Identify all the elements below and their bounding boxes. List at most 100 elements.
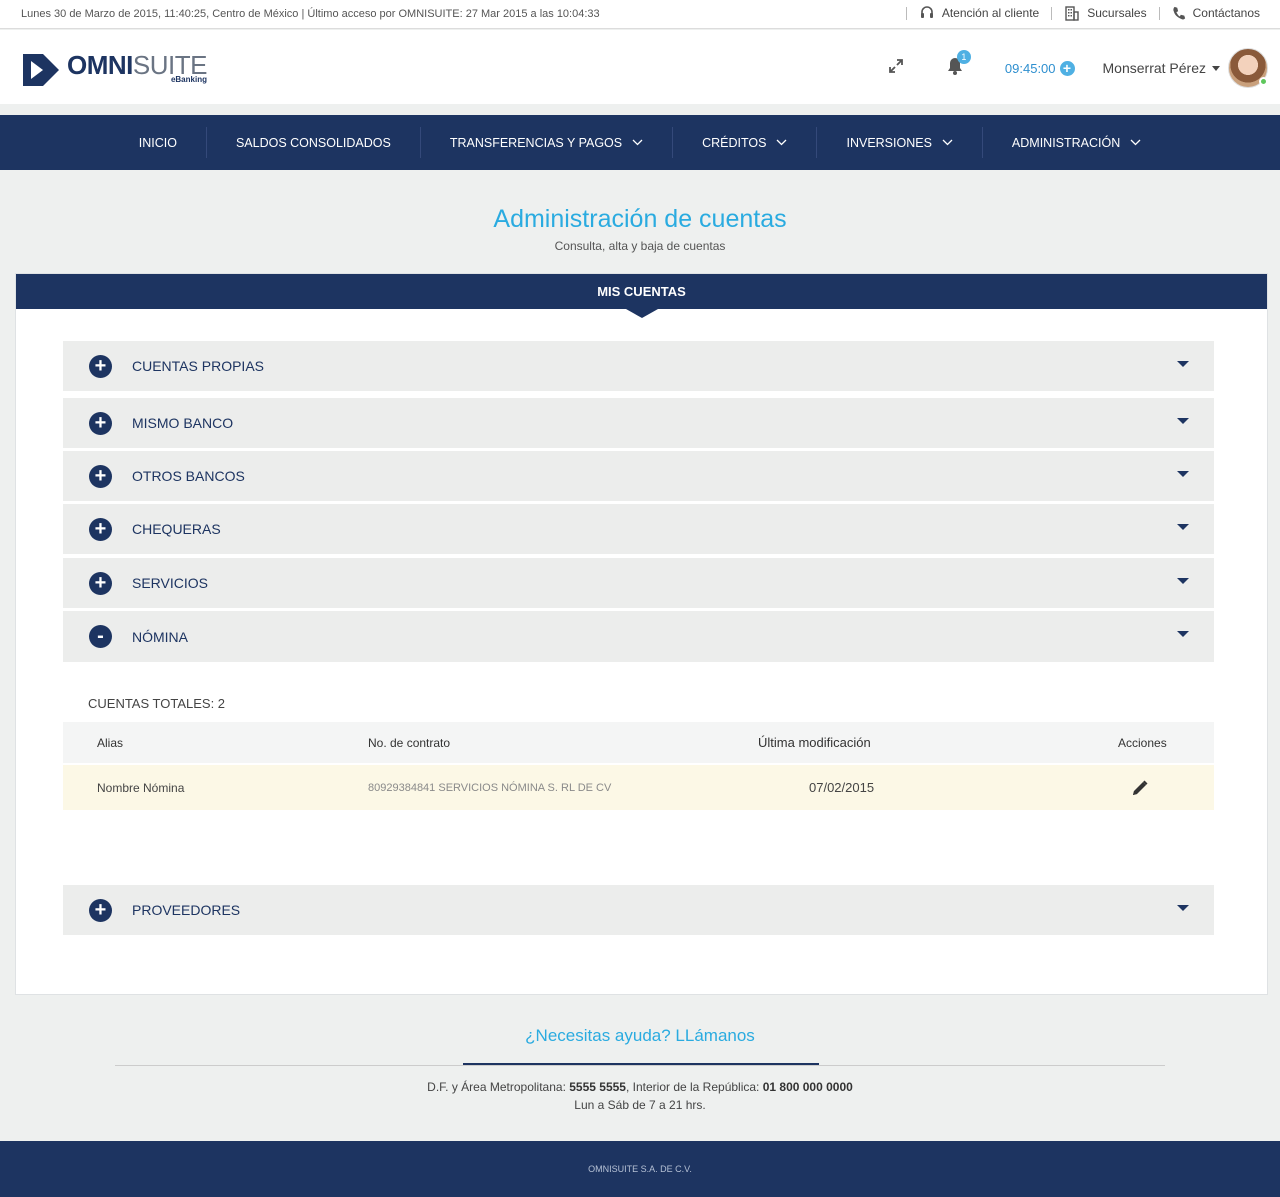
table-row: Nombre Nómina 80929384841 SERVICIOS NÓMI… <box>63 765 1214 810</box>
expand-toggle-icon[interactable]: + <box>89 411 112 435</box>
accordion-nomina[interactable]: - NÓMINA <box>63 611 1214 662</box>
session-info: Lunes 30 de Marzo de 2015, 11:40:25, Cen… <box>21 8 600 20</box>
caret-down-icon[interactable] <box>1177 418 1189 424</box>
accordion-label: CHEQUERAS <box>132 521 221 537</box>
notifications-button[interactable]: 1 <box>947 49 971 80</box>
panel-header-label: MIS CUENTAS <box>597 284 686 299</box>
fullscreen-button[interactable] <box>887 57 905 80</box>
chevron-down-icon <box>632 139 643 146</box>
chevron-down-icon <box>942 139 953 146</box>
edit-button[interactable] <box>1131 765 1149 810</box>
expand-toggle-icon[interactable]: + <box>89 898 112 922</box>
accordion-cuentas-propias[interactable]: + CUENTAS PROPIAS <box>63 341 1214 391</box>
accordion-label: PROVEEDORES <box>132 902 241 918</box>
nav-item-label: TRANSFERENCIAS Y PAGOS <box>449 135 623 150</box>
user-name: Monserrat Pérez <box>1102 60 1206 76</box>
nav-item-saldos-consolidados[interactable]: SALDOS CONSOLIDADOS <box>207 127 421 158</box>
cell-alias: Nombre Nómina <box>97 780 185 795</box>
accordion-label: SERVICIOS <box>132 575 208 591</box>
session-timer: 09:45:00 + <box>1004 60 1075 76</box>
expand-toggle-icon[interactable]: + <box>89 464 112 488</box>
customer-service-link[interactable]: Atención al cliente <box>919 5 1039 21</box>
customer-service-label: Atención al cliente <box>941 6 1040 20</box>
divider <box>1051 6 1053 20</box>
cell-contract: 80929384841 SERVICIOS NÓMINA S. RL DE CV <box>368 781 612 794</box>
collapse-toggle-icon[interactable]: - <box>89 625 112 648</box>
extend-session-button[interactable]: + <box>1059 60 1075 76</box>
caret-down-icon <box>1212 65 1220 71</box>
divider <box>905 6 907 20</box>
nav-item-label: SALDOS CONSOLIDADOS <box>235 135 391 150</box>
help-hours: Lun a Sáb de 7 a 21 hrs. <box>574 1098 706 1112</box>
notification-count-badge: 1 <box>956 49 971 64</box>
top-links: Atención al cliente Sucursales Contáctan… <box>894 5 1260 21</box>
accordion-label: MISMO BANCO <box>132 415 234 431</box>
caret-down-icon[interactable] <box>1177 361 1189 367</box>
divider-accent <box>463 1063 819 1065</box>
accordion-label: OTROS BANCOS <box>132 468 245 484</box>
column-header-actions: Acciones <box>1118 735 1167 750</box>
national-phone-number[interactable]: 01 800 000 0000 <box>763 1080 853 1094</box>
session-timer-value: 09:45:00 <box>1004 60 1056 76</box>
header-actions: 1 09:45:00 + Monserrat Pérez <box>887 46 1268 90</box>
chevron-down-icon <box>777 139 787 146</box>
accordion-proveedores[interactable]: + PROVEEDORES <box>63 885 1214 935</box>
logo-text-bold: OMNI <box>67 50 133 80</box>
caret-down-icon[interactable] <box>1177 631 1189 637</box>
column-header-contract: No. de contrato <box>368 735 451 750</box>
panel-header: MIS CUENTAS <box>16 274 1267 318</box>
column-header-modified: Última modificación <box>758 735 871 750</box>
expand-icon <box>889 58 903 73</box>
header: OMNISUITE eBanking 1 09:45:00 + Monserra… <box>0 30 1280 104</box>
caret-down-icon[interactable] <box>1177 578 1189 584</box>
omnisuite-logo[interactable]: OMNISUITE eBanking <box>21 52 207 88</box>
expand-toggle-icon[interactable]: + <box>89 517 112 541</box>
building-icon <box>1065 6 1079 21</box>
top-info-bar: Lunes 30 de Marzo de 2015, 11:40:25, Cen… <box>0 0 1280 29</box>
help-text-segment: , Interior de la República: <box>625 1080 763 1094</box>
branches-label: Sucursales <box>1087 6 1147 20</box>
nav-item-label: INICIO <box>138 135 177 150</box>
online-status-indicator <box>1259 77 1268 86</box>
logo-mark-icon <box>23 54 59 86</box>
metro-phone-number[interactable]: 5555 5555 <box>569 1080 626 1094</box>
headset-icon <box>920 6 933 18</box>
footer: OMNISUITE S.A. DE C.V. <box>0 1141 1280 1197</box>
page-subtitle: Consulta, alta y baja de cuentas <box>554 239 726 253</box>
caret-down-icon[interactable] <box>1177 471 1189 477</box>
accounts-total: CUENTAS TOTALES: 2 <box>88 696 226 711</box>
caret-down-icon[interactable] <box>1177 524 1189 530</box>
table-header: Alias No. de contrato Última modificació… <box>63 722 1214 763</box>
help-contact-info: D.F. y Área Metropolitana: 5555 5555, In… <box>0 1078 1280 1114</box>
expand-toggle-icon[interactable]: + <box>89 354 112 378</box>
nav-item-inicio[interactable]: INICIO <box>110 127 207 158</box>
branches-link[interactable]: Sucursales <box>1064 5 1147 21</box>
nav-item-creditos[interactable]: CRÉDITOS <box>673 127 818 158</box>
cell-modified: 07/02/2015 <box>809 780 875 795</box>
nav-item-transferencias-y-pagos[interactable]: TRANSFERENCIAS Y PAGOS <box>421 127 674 158</box>
chevron-down-icon <box>1130 139 1141 146</box>
accordion-servicios[interactable]: + SERVICIOS <box>63 558 1214 608</box>
expand-toggle-icon[interactable]: + <box>89 571 112 595</box>
main-nav: INICIO SALDOS CONSOLIDADOS TRANSFERENCIA… <box>0 115 1280 170</box>
footer-text: OMNISUITE S.A. DE C.V. <box>588 1164 692 1174</box>
accordion-label: CUENTAS PROPIAS <box>132 358 264 374</box>
caret-down-icon[interactable] <box>1177 905 1189 911</box>
divider <box>1158 6 1160 20</box>
accordion-otros-bancos[interactable]: + OTROS BANCOS <box>63 451 1214 501</box>
phone-icon <box>1172 6 1185 20</box>
nav-item-label: ADMINISTRACIÓN <box>1011 135 1121 150</box>
user-menu[interactable]: Monserrat Pérez <box>1103 48 1268 88</box>
nav-item-administracion[interactable]: ADMINISTRACIÓN <box>983 127 1170 158</box>
help-title: ¿Necesitas ayuda? LLámanos <box>525 1026 755 1045</box>
header-pointer <box>625 309 658 318</box>
page-title: Administración de cuentas <box>493 205 787 233</box>
accordion-mismo-banco[interactable]: + MISMO BANCO <box>63 398 1214 448</box>
help-text-segment: D.F. y Área Metropolitana: <box>427 1080 570 1094</box>
nav-item-inversiones[interactable]: INVERSIONES <box>817 127 983 158</box>
pencil-icon <box>1133 780 1148 795</box>
nav-item-label: INVERSIONES <box>846 135 932 150</box>
contact-link[interactable]: Contáctanos <box>1172 6 1260 20</box>
avatar[interactable] <box>1228 48 1268 88</box>
accordion-chequeras[interactable]: + CHEQUERAS <box>63 504 1214 554</box>
